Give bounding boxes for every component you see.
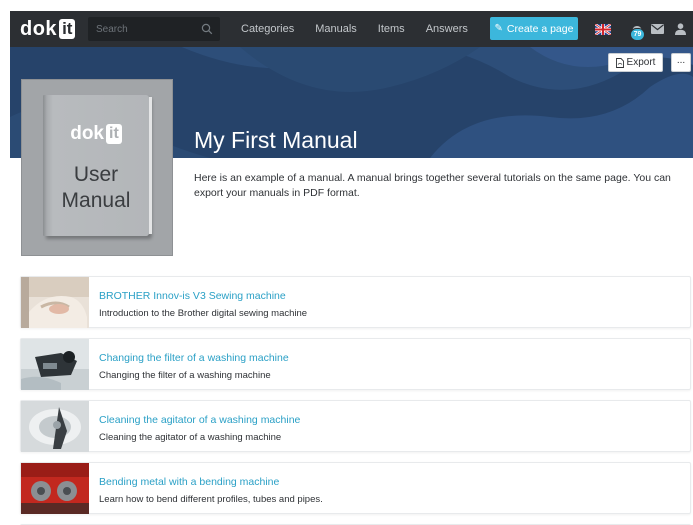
tutorial-title[interactable]: BROTHER Innov-is V3 Sewing machine: [99, 290, 286, 302]
pencil-icon: ✎: [494, 23, 503, 34]
search-box: [88, 17, 220, 41]
tutorial-thumbnail: [21, 463, 89, 514]
tutorial-list: BROTHER Innov-is V3 Sewing machine Intro…: [20, 276, 691, 525]
tutorial-card[interactable]: BROTHER Innov-is V3 Sewing machine Intro…: [20, 276, 691, 328]
notification-badge: 79: [630, 28, 645, 41]
dokit-logo[interactable]: dok it: [20, 11, 76, 47]
cover-title: User Manual: [43, 162, 149, 214]
search-icon[interactable]: [201, 23, 213, 35]
create-page-button[interactable]: ✎ Create a page: [490, 17, 578, 40]
search-input[interactable]: [88, 23, 194, 35]
nav-categories[interactable]: Categories: [241, 23, 294, 35]
user-icon[interactable]: [675, 23, 686, 35]
logo-text: dok: [20, 18, 58, 40]
cover-logo-box: it: [106, 124, 122, 144]
nav-answers[interactable]: Answers: [426, 23, 468, 35]
tutorial-thumbnail: [21, 277, 89, 328]
nav-items[interactable]: Items: [378, 23, 405, 35]
main-nav: Categories Manuals Items Answers: [241, 11, 489, 47]
tutorial-subtitle: Changing the filter of a washing machine: [99, 370, 271, 381]
tutorial-title[interactable]: Changing the filter of a washing machine: [99, 352, 289, 364]
uk-flag-icon[interactable]: [595, 24, 611, 35]
export-button[interactable]: Export: [608, 53, 663, 72]
tutorial-title[interactable]: Bending metal with a bending machine: [99, 476, 279, 488]
tutorial-card[interactable]: Bending metal with a bending machine Lea…: [20, 462, 691, 514]
tutorial-subtitle: Cleaning the agitator of a washing machi…: [99, 432, 282, 443]
logo-box: it: [59, 19, 76, 39]
top-navbar: dok it Categories Manuals Items Answers …: [10, 11, 693, 47]
tutorial-subtitle: Learn how to bend different profiles, tu…: [99, 494, 323, 505]
create-page-label: Create a page: [506, 22, 574, 35]
cover-logo: dok it: [43, 124, 149, 144]
manual-description: Here is an example of a manual. A manual…: [194, 172, 671, 199]
tutorial-subtitle: Introduction to the Brother digital sewi…: [99, 308, 308, 319]
pdf-file-icon: [615, 57, 624, 68]
cover-book: dok it User Manual: [43, 95, 152, 236]
tutorial-thumbnail: [21, 339, 89, 390]
nav-manuals[interactable]: Manuals: [315, 23, 357, 35]
more-options-button[interactable]: ...: [671, 53, 691, 72]
tutorial-card[interactable]: Cleaning the agitator of a washing machi…: [20, 400, 691, 452]
cover-title-line2: Manual: [61, 189, 131, 212]
book-pages: [149, 97, 152, 234]
tutorial-card[interactable]: Changing the filter of a washing machine…: [20, 338, 691, 390]
cover-logo-text: dok: [70, 123, 104, 144]
mail-icon[interactable]: [651, 24, 664, 34]
tutorial-thumbnail: [21, 401, 89, 452]
tutorial-title[interactable]: Cleaning the agitator of a washing machi…: [99, 414, 300, 426]
page-title: My First Manual: [194, 127, 358, 153]
export-label: Export: [626, 57, 656, 68]
cover-title-line1: User: [73, 163, 119, 186]
